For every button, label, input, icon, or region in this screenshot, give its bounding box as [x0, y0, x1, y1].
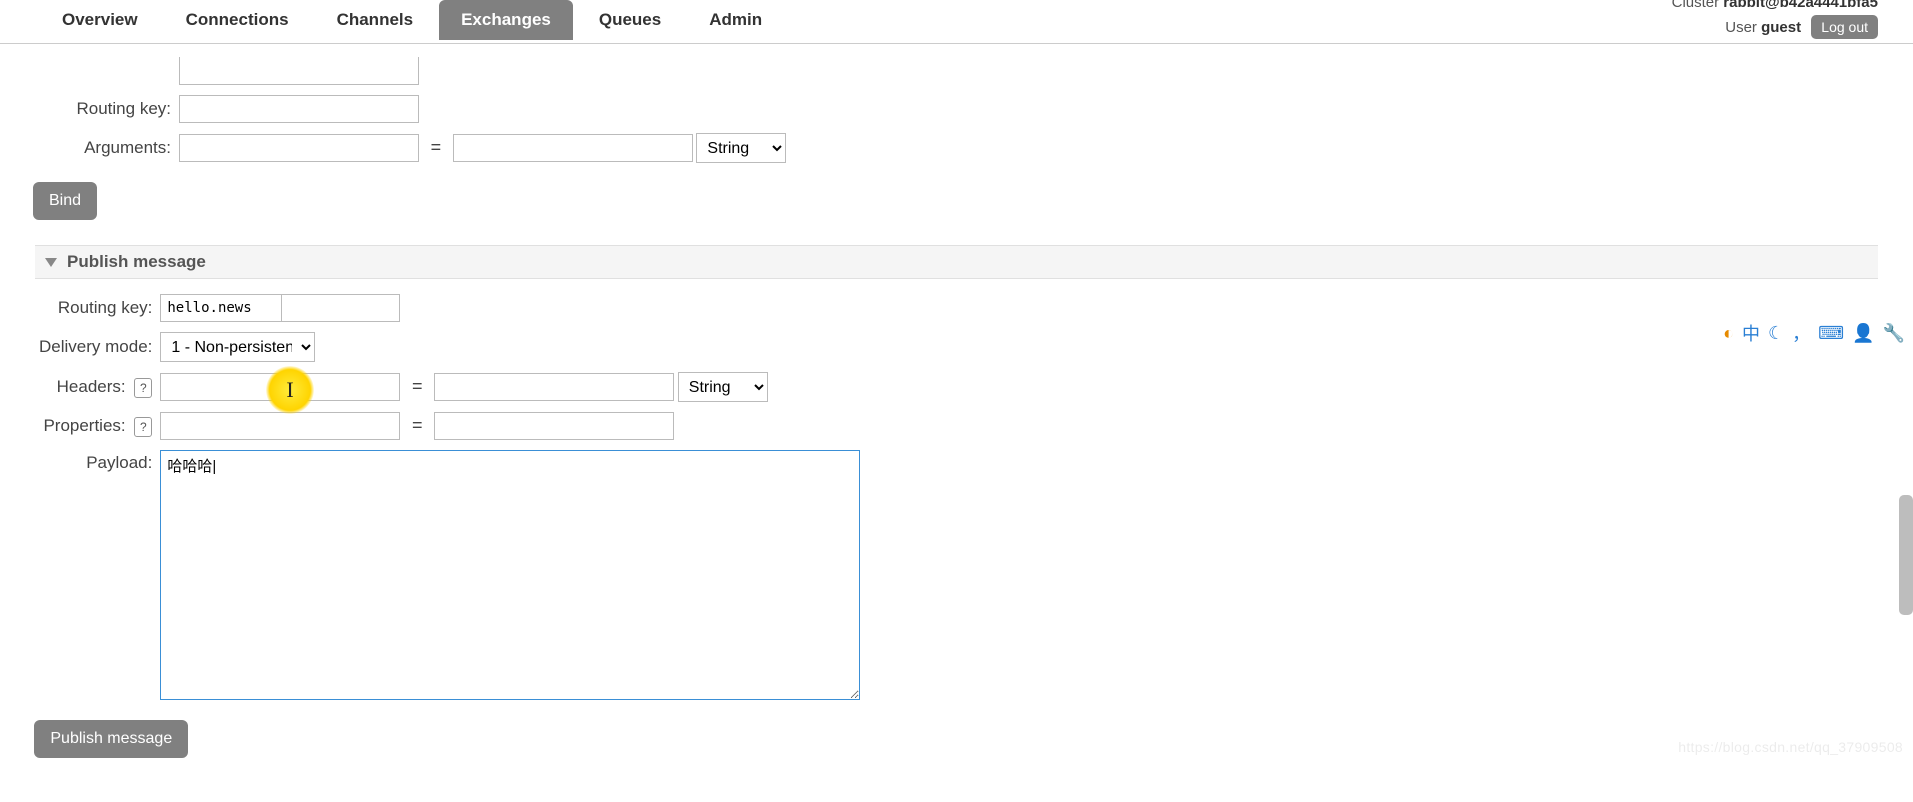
tab-connections[interactable]: Connections	[164, 0, 311, 40]
publish-routing-key-input[interactable]	[160, 294, 282, 322]
content: Routing key: Arguments: = String Bind Pu…	[0, 52, 1913, 763]
tabs: Overview Connections Channels Exchanges …	[40, 0, 788, 40]
tab-overview[interactable]: Overview	[40, 0, 160, 40]
cluster-value: rabbit@b42a4441bfa5	[1723, 0, 1878, 11]
cluster-label: Cluster	[1672, 0, 1720, 11]
user-label: User	[1725, 19, 1757, 36]
publish-section-title: Publish message	[67, 252, 206, 272]
publish-routing-key-label: Routing key:	[35, 289, 156, 327]
bind-upper-input[interactable]	[179, 57, 419, 85]
bind-arg-val-input[interactable]	[453, 134, 693, 162]
tab-admin[interactable]: Admin	[687, 0, 784, 40]
tab-channels[interactable]: Channels	[315, 0, 436, 40]
tab-queues[interactable]: Queues	[577, 0, 683, 40]
watermark: https://blog.csdn.net/qq_37909508	[1678, 739, 1903, 755]
bind-button[interactable]: Bind	[33, 182, 97, 220]
headers-label: Headers:	[57, 377, 126, 396]
ime-logo-icon[interactable]: ◐	[1723, 323, 1734, 344]
bind-routing-key-input[interactable]	[179, 95, 419, 123]
delivery-mode-select[interactable]: 1 - Non-persistent	[160, 332, 315, 362]
keyboard-icon[interactable]: ⌨	[1818, 323, 1844, 344]
publish-message-button[interactable]: Publish message	[34, 720, 188, 758]
ime-toolbar: ◐ 中 ☾ ， ⌨ 👤 🔧	[1715, 316, 1913, 350]
payload-label: Payload:	[35, 445, 156, 708]
scrollbar-thumb[interactable]	[1899, 495, 1913, 615]
user-value: guest	[1761, 19, 1801, 36]
header-val-input[interactable]	[434, 373, 674, 401]
headers-help-icon[interactable]: ?	[134, 378, 152, 398]
logout-button[interactable]: Log out	[1811, 15, 1878, 39]
header-key-input[interactable]	[160, 373, 400, 401]
payload-textarea[interactable]	[160, 450, 860, 700]
punct-icon[interactable]: ，	[1792, 320, 1810, 346]
bind-arguments-label: Arguments:	[35, 128, 175, 168]
header-right: Cluster rabbit@b42a4441bfa5 User guest L…	[1672, 0, 1878, 43]
bind-form: Routing key: Arguments: = String Bind	[35, 52, 790, 225]
prop-val-input[interactable]	[434, 412, 674, 440]
equals-sign: =	[423, 137, 450, 157]
ime-lang-icon[interactable]: 中	[1742, 320, 1760, 346]
publish-form: Routing key: Delivery mode: 1 - Non-pers…	[35, 289, 864, 763]
user-icon[interactable]: 👤	[1852, 323, 1874, 344]
bind-arg-type-select[interactable]: String	[696, 133, 786, 163]
moon-icon[interactable]: ☾	[1768, 323, 1784, 344]
caret-down-icon	[45, 258, 57, 267]
publish-routing-key-input-extra[interactable]	[282, 294, 400, 322]
properties-help-icon[interactable]: ?	[134, 417, 152, 437]
wrench-icon[interactable]: 🔧	[1883, 323, 1905, 344]
tab-exchanges[interactable]: Exchanges	[439, 0, 573, 40]
bind-arg-key-input[interactable]	[179, 134, 419, 162]
properties-label: Properties:	[43, 416, 125, 435]
equals-sign: =	[404, 376, 431, 396]
header-type-select[interactable]: String	[678, 372, 768, 402]
bind-routing-key-label: Routing key:	[35, 90, 175, 128]
equals-sign: =	[404, 415, 431, 435]
publish-section-header[interactable]: Publish message	[35, 245, 1878, 279]
delivery-mode-label: Delivery mode:	[35, 327, 156, 367]
header-bar: Overview Connections Channels Exchanges …	[0, 0, 1913, 44]
prop-key-input[interactable]	[160, 412, 400, 440]
